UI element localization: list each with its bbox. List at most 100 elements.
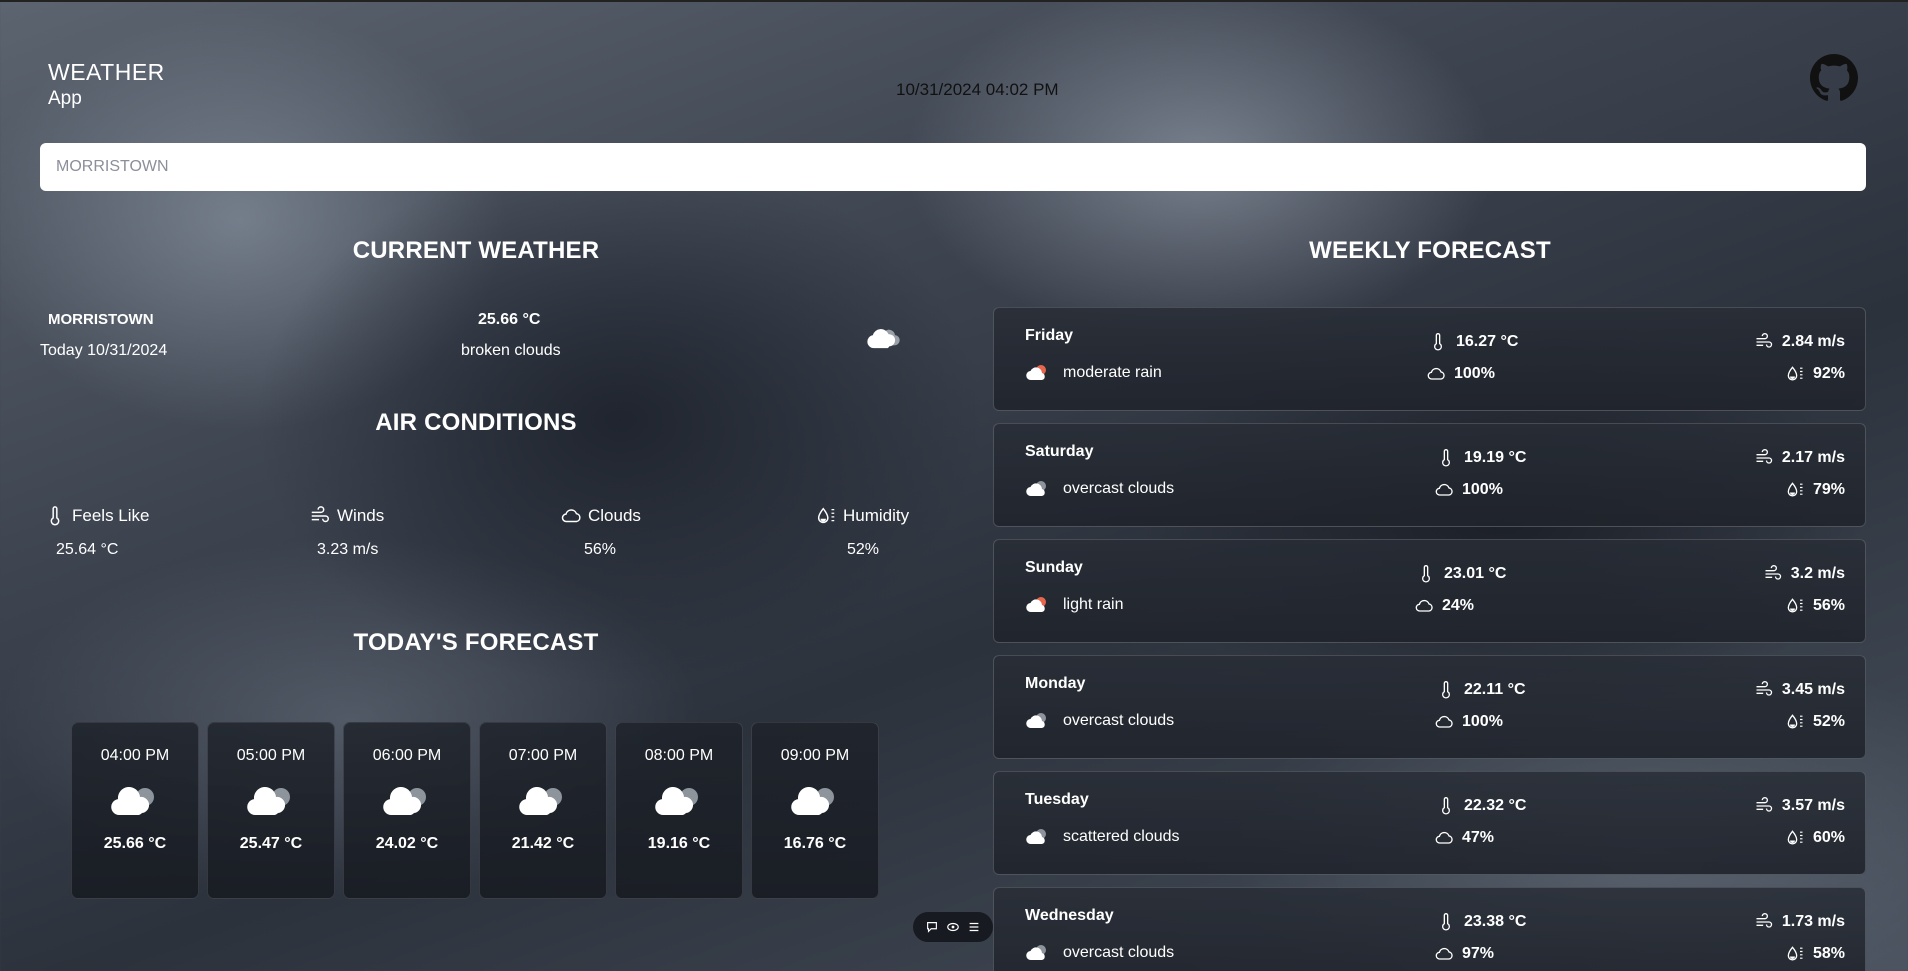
day-clouds: 100% bbox=[1454, 365, 1495, 382]
humidity-icon bbox=[1787, 482, 1803, 497]
broken-clouds-icon bbox=[791, 787, 834, 815]
menu-icon[interactable] bbox=[967, 920, 981, 934]
day-temperature: 22.32 °C bbox=[1464, 797, 1527, 814]
thermometer-icon bbox=[1442, 797, 1450, 815]
cloud-icon bbox=[1026, 945, 1046, 961]
day-name: Saturday bbox=[1025, 443, 1094, 460]
weekly-forecast-row: Saturday overcast clouds 19.19 °C 100% 2… bbox=[993, 423, 1866, 527]
day-name: Wednesday bbox=[1025, 907, 1114, 924]
cloud-icon bbox=[1435, 715, 1453, 728]
wind-icon bbox=[1756, 913, 1772, 928]
hourly-forecast-card: 05:00 PM 25.47 °C bbox=[207, 722, 335, 899]
day-clouds: 100% bbox=[1462, 481, 1503, 498]
hourly-forecast-card: 08:00 PM 19.16 °C bbox=[615, 722, 743, 899]
hour-temperature: 16.76 °C bbox=[783, 835, 847, 852]
weekly-forecast-row: Monday overcast clouds 22.11 °C 100% 3.4… bbox=[993, 655, 1866, 759]
day-humidity: 60% bbox=[1812, 829, 1845, 846]
hour-time: 07:00 PM bbox=[508, 747, 578, 764]
humidity-icon bbox=[1787, 366, 1803, 381]
wind-icon bbox=[311, 506, 329, 523]
humidity-icon bbox=[1787, 830, 1803, 845]
weekly-forecast-title: WEEKLY FORECAST bbox=[1309, 237, 1551, 264]
day-name: Tuesday bbox=[1025, 791, 1089, 808]
day-humidity: 79% bbox=[1812, 481, 1845, 498]
air-feels-like: Feels Like 25.64 °C bbox=[44, 505, 149, 559]
day-temperature: 22.11 °C bbox=[1464, 681, 1526, 698]
eye-icon[interactable] bbox=[946, 920, 960, 934]
feels-like-label: Feels Like bbox=[72, 506, 150, 525]
day-wind: 2.84 m/s bbox=[1781, 333, 1845, 350]
day-description-text: overcast clouds bbox=[1063, 480, 1175, 497]
day-mid-stats: 22.11 °C 100% bbox=[1434, 680, 1526, 732]
day-mid-stats: 16.27 °C 100% bbox=[1426, 332, 1518, 384]
cloud-icon bbox=[1415, 599, 1433, 612]
humidity-label: Humidity bbox=[843, 506, 910, 525]
weekly-forecast-row: Friday moderate rain 16.27 °C 100% 2.84 … bbox=[993, 307, 1866, 411]
thermometer-icon bbox=[1442, 449, 1450, 467]
day-description: overcast clouds bbox=[1025, 944, 1174, 962]
winds-label: Winds bbox=[337, 506, 385, 525]
cloud-icon bbox=[1435, 947, 1453, 960]
current-datetime: 10/31/2024 04:02 PM bbox=[896, 80, 1059, 99]
hourly-forecast-card: 04:00 PM 25.66 °C bbox=[71, 722, 199, 899]
day-wind: 3.45 m/s bbox=[1781, 681, 1845, 698]
day-wind: 1.73 m/s bbox=[1781, 913, 1845, 930]
humidity-icon bbox=[1787, 946, 1803, 961]
weekly-forecast-row: Tuesday scattered clouds 22.32 °C 47% 3.… bbox=[993, 771, 1866, 875]
hour-temperature: 24.02 °C bbox=[375, 835, 439, 852]
humidity-icon bbox=[817, 507, 835, 524]
thermometer-icon bbox=[1442, 681, 1450, 699]
current-date: Today 10/31/2024 bbox=[40, 342, 168, 359]
github-icon[interactable] bbox=[1810, 54, 1858, 102]
app-title: WEATHER bbox=[48, 59, 165, 85]
floating-toolbar bbox=[913, 912, 993, 942]
day-clouds: 100% bbox=[1462, 713, 1503, 730]
day-right-stats: 2.17 m/s 79% bbox=[1754, 448, 1845, 500]
thermometer-icon bbox=[1434, 333, 1442, 351]
current-description: broken clouds bbox=[461, 342, 561, 359]
humidity-value: 52% bbox=[847, 541, 880, 558]
rain-icon bbox=[1026, 365, 1046, 381]
broken-clouds-icon bbox=[519, 787, 562, 815]
humidity-icon bbox=[1787, 714, 1803, 729]
current-city: MORRISTOWN bbox=[48, 311, 154, 328]
day-description-text: overcast clouds bbox=[1063, 712, 1175, 729]
day-wind: 3.2 m/s bbox=[1790, 565, 1845, 582]
day-right-stats: 2.84 m/s 92% bbox=[1754, 332, 1845, 384]
weekly-forecast-row: Wednesday overcast clouds 23.38 °C 97% 1… bbox=[993, 887, 1866, 971]
cloud-icon bbox=[1435, 831, 1453, 844]
day-clouds: 24% bbox=[1442, 597, 1475, 614]
day-temperature: 16.27 °C bbox=[1456, 333, 1519, 350]
day-description: overcast clouds bbox=[1025, 712, 1174, 730]
day-name: Monday bbox=[1025, 675, 1086, 692]
day-description: overcast clouds bbox=[1025, 480, 1174, 498]
cloud-icon bbox=[1427, 367, 1445, 380]
day-description: scattered clouds bbox=[1025, 828, 1180, 846]
air-clouds: Clouds 56% bbox=[560, 505, 641, 559]
broken-clouds-icon bbox=[247, 787, 290, 815]
broken-clouds-icon bbox=[655, 787, 698, 815]
day-description-text: moderate rain bbox=[1063, 364, 1162, 381]
day-temperature: 23.38 °C bbox=[1464, 913, 1527, 930]
current-temperature: 25.66 °C bbox=[478, 311, 541, 328]
hour-time: 06:00 PM bbox=[372, 747, 442, 764]
comment-icon[interactable] bbox=[925, 920, 939, 934]
thermometer-icon bbox=[1422, 565, 1430, 583]
hourly-forecast-card: 07:00 PM 21.42 °C bbox=[479, 722, 607, 899]
rain-icon bbox=[1026, 597, 1046, 613]
cloud-icon bbox=[1026, 829, 1046, 845]
day-wind: 3.57 m/s bbox=[1781, 797, 1845, 814]
hour-time: 08:00 PM bbox=[644, 747, 714, 764]
day-wind: 2.17 m/s bbox=[1781, 449, 1845, 466]
day-humidity: 56% bbox=[1812, 597, 1845, 614]
cloud-icon bbox=[1026, 713, 1046, 729]
hour-temperature: 25.66 °C bbox=[103, 835, 167, 852]
hour-temperature: 25.47 °C bbox=[239, 835, 303, 852]
day-description: light rain bbox=[1025, 596, 1123, 614]
day-description-text: scattered clouds bbox=[1063, 828, 1180, 845]
city-search-input[interactable] bbox=[40, 143, 1866, 191]
day-temperature: 23.01 °C bbox=[1444, 565, 1507, 582]
hour-temperature: 19.16 °C bbox=[647, 835, 711, 852]
hour-time: 09:00 PM bbox=[780, 747, 850, 764]
cloud-icon bbox=[1026, 481, 1046, 497]
